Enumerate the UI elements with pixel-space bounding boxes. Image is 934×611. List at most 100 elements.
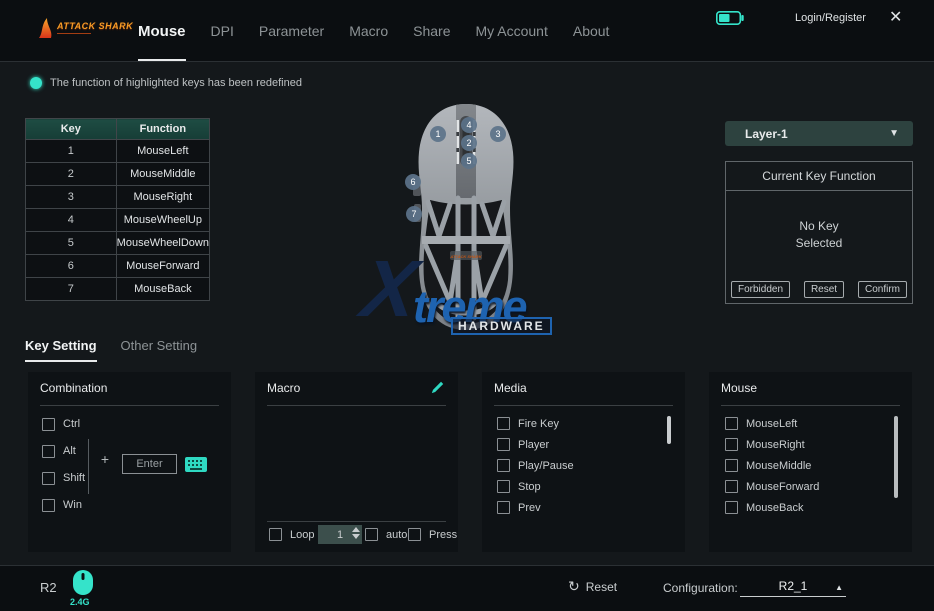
- login-register-link[interactable]: Login/Register: [795, 12, 866, 24]
- key-action-buttons: Forbidden Reset Confirm: [731, 281, 907, 298]
- key-cell: 5: [26, 232, 117, 255]
- nav-tab[interactable]: DPI: [211, 0, 234, 62]
- connection-mode-label: 2.4G: [70, 597, 90, 607]
- mouse-key-badge-7[interactable]: 7: [406, 206, 422, 222]
- checkbox[interactable]: [42, 445, 55, 458]
- modifier-checkbox-item[interactable]: Ctrl: [42, 417, 85, 431]
- mouse-key-badge-3[interactable]: 3: [490, 126, 506, 142]
- checkbox-label: Ctrl: [63, 418, 80, 430]
- refresh-icon: ↻: [568, 578, 580, 595]
- svg-text:ATTACK SHARK: ATTACK SHARK: [449, 254, 482, 259]
- checkbox[interactable]: [497, 459, 510, 472]
- nav-tab[interactable]: Share: [413, 0, 450, 62]
- checkbox[interactable]: [497, 501, 510, 514]
- checkbox[interactable]: [725, 438, 738, 451]
- keyboard-icon[interactable]: [185, 457, 207, 477]
- auto-checkbox-item[interactable]: auto: [365, 528, 407, 541]
- loop-count-stepper[interactable]: 1: [318, 525, 362, 544]
- checkbox-label: Play/Pause: [518, 460, 574, 472]
- checkbox[interactable]: [408, 528, 421, 541]
- checkbox[interactable]: [42, 418, 55, 431]
- mouse-checkbox-list: MouseLeft MouseRight MouseMiddle MouseFo…: [725, 417, 819, 514]
- table-header-row: Key Function: [26, 119, 210, 140]
- mouse-checkbox-item[interactable]: MouseBack: [725, 501, 819, 514]
- checkbox-label: Player: [518, 439, 549, 451]
- checkbox[interactable]: [42, 499, 55, 512]
- checkbox[interactable]: [725, 459, 738, 472]
- media-checkbox-item[interactable]: Fire Key: [497, 417, 574, 430]
- checkbox-label: Fire Key: [518, 418, 559, 430]
- modifier-checkbox-item[interactable]: Win: [42, 498, 85, 512]
- setting-tabs: Key Setting Other Setting: [25, 338, 197, 362]
- key-capture-field[interactable]: Enter: [122, 454, 177, 474]
- table-row: 4 MouseWheelUp: [26, 209, 210, 232]
- modifier-checkbox-item[interactable]: Alt: [42, 444, 85, 458]
- configuration-dropdown[interactable]: R2_1 ▲: [740, 576, 846, 597]
- mouse-checkbox-item[interactable]: MouseRight: [725, 438, 819, 451]
- checkbox-label: Loop: [290, 529, 314, 541]
- stepper-arrows[interactable]: [352, 527, 360, 539]
- mouse-key-badge-4[interactable]: 4: [461, 117, 477, 133]
- checkbox[interactable]: [497, 417, 510, 430]
- nav-tab[interactable]: Mouse: [138, 0, 186, 62]
- mouse-preview: ATTACK SHARK 1 2 3 4 5 6 7: [404, 100, 529, 335]
- setting-tab[interactable]: Other Setting: [121, 338, 198, 362]
- checkbox[interactable]: [497, 480, 510, 493]
- media-checkbox-item[interactable]: Stop: [497, 480, 574, 493]
- press-checkbox-item[interactable]: Press: [408, 528, 457, 541]
- media-checkbox-item[interactable]: Player: [497, 438, 574, 451]
- checkbox[interactable]: [497, 438, 510, 451]
- scrollbar[interactable]: [667, 416, 671, 444]
- arrow-down-icon[interactable]: [352, 534, 360, 539]
- checkbox[interactable]: [725, 480, 738, 493]
- checkbox[interactable]: [725, 501, 738, 514]
- macro-panel: Macro Loop 1 auto Press: [255, 372, 458, 552]
- function-cell: MouseBack: [116, 278, 209, 301]
- mouse-checkbox-item[interactable]: MouseForward: [725, 480, 819, 493]
- nav-tab[interactable]: Macro: [349, 0, 388, 62]
- mouse-checkbox-item[interactable]: MouseLeft: [725, 417, 819, 430]
- media-checkbox-item[interactable]: Prev: [497, 501, 574, 514]
- status-line-1: No Key: [726, 218, 912, 235]
- reset-config-button[interactable]: ↻ Reset: [568, 578, 617, 595]
- loop-checkbox-item[interactable]: Loop: [269, 528, 314, 541]
- mouse-key-badge-1[interactable]: 1: [430, 126, 446, 142]
- chevron-up-icon: ▲: [835, 583, 843, 592]
- mouse-key-badge-6[interactable]: 6: [405, 174, 421, 190]
- table-row: 3 MouseRight: [26, 186, 210, 209]
- close-icon[interactable]: ✕: [889, 7, 902, 27]
- media-checkbox-item[interactable]: Play/Pause: [497, 459, 574, 472]
- checkbox[interactable]: [365, 528, 378, 541]
- forbidden-button[interactable]: Forbidden: [731, 281, 790, 298]
- configuration-label: Configuration:: [663, 581, 738, 595]
- brand-tagline: [57, 33, 91, 34]
- scrollbar[interactable]: [894, 416, 898, 498]
- arrow-up-icon[interactable]: [352, 527, 360, 532]
- mouse-checkbox-item[interactable]: MouseMiddle: [725, 459, 819, 472]
- device-profile-label: R2: [40, 580, 57, 595]
- reset-key-button[interactable]: Reset: [804, 281, 844, 298]
- key-cell: 7: [26, 278, 117, 301]
- checkbox[interactable]: [269, 528, 282, 541]
- checkbox[interactable]: [725, 417, 738, 430]
- mouse-key-badge-2[interactable]: 2: [461, 135, 477, 151]
- nav-tab[interactable]: About: [573, 0, 610, 62]
- brand-logo: ATTACK SHARK: [38, 17, 133, 38]
- setting-tab[interactable]: Key Setting: [25, 338, 97, 362]
- status-line-2: Selected: [726, 235, 912, 252]
- confirm-button[interactable]: Confirm: [858, 281, 907, 298]
- edit-pencil-icon[interactable]: [430, 381, 444, 400]
- footer-bar: R2 2.4G ↻ Reset Configuration: R2_1 ▲: [0, 565, 934, 611]
- main-nav: Mouse DPI Parameter Macro Share My Account Abo…: [138, 0, 609, 62]
- combination-panel: Combination Ctrl Alt Shift Win + Enter: [28, 372, 231, 552]
- mouse-key-badge-5[interactable]: 5: [461, 153, 477, 169]
- battery-icon: [716, 11, 744, 30]
- layer-dropdown[interactable]: Layer-1 ▼: [725, 121, 913, 146]
- header-bar: ATTACK SHARK Mouse DPI Parameter Macro Share…: [0, 0, 934, 62]
- nav-tab[interactable]: My Account: [475, 0, 547, 62]
- modifier-checkbox-item[interactable]: Shift: [42, 471, 85, 485]
- vertical-divider: [88, 439, 89, 494]
- checkbox[interactable]: [42, 472, 55, 485]
- nav-tab[interactable]: Parameter: [259, 0, 324, 62]
- brand-name: ATTACK SHARK: [57, 21, 133, 31]
